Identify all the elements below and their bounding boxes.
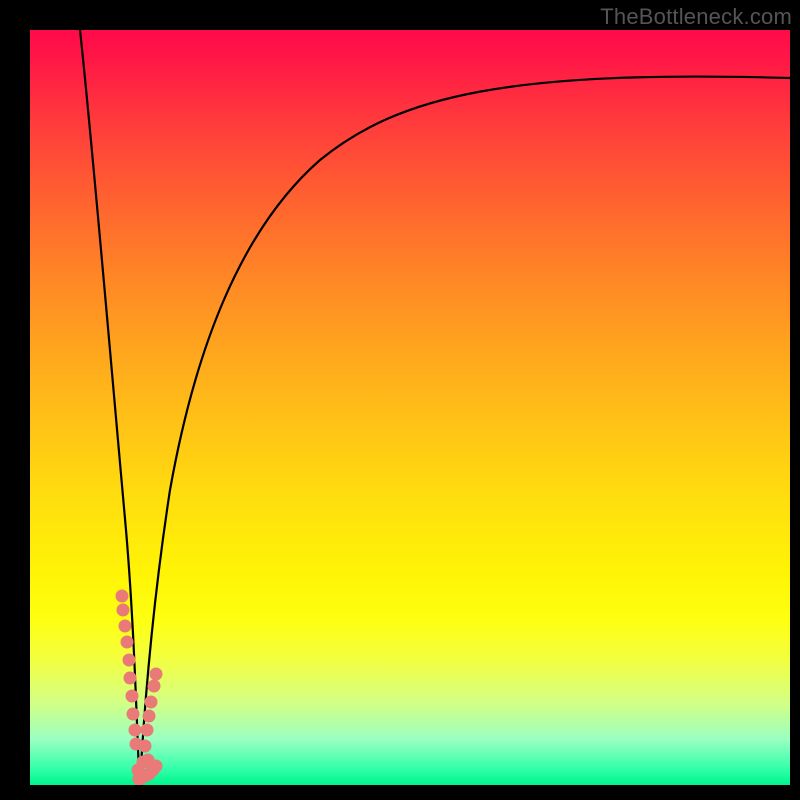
marker-dot [119, 620, 131, 632]
marker-dot [145, 696, 157, 708]
marker-dot [127, 708, 139, 720]
plot-area [30, 30, 790, 785]
curve-right-branch [140, 77, 790, 782]
marker-dot [121, 636, 133, 648]
marker-dot [126, 690, 138, 702]
marker-dot [139, 740, 151, 752]
watermark-text: TheBottleneck.com [600, 4, 792, 30]
marker-dot [117, 604, 129, 616]
marker-dot [123, 654, 135, 666]
marker-dot [142, 754, 154, 766]
marker-dot [148, 680, 160, 692]
marker-dot [124, 672, 136, 684]
marker-dot [129, 724, 141, 736]
chart-frame: TheBottleneck.com [0, 0, 800, 800]
marker-dot [150, 668, 162, 680]
curve-left-branch [80, 30, 140, 782]
marker-dot [141, 724, 153, 736]
marker-dot [116, 590, 128, 602]
marker-dot [143, 710, 155, 722]
bottleneck-curve [30, 30, 790, 785]
